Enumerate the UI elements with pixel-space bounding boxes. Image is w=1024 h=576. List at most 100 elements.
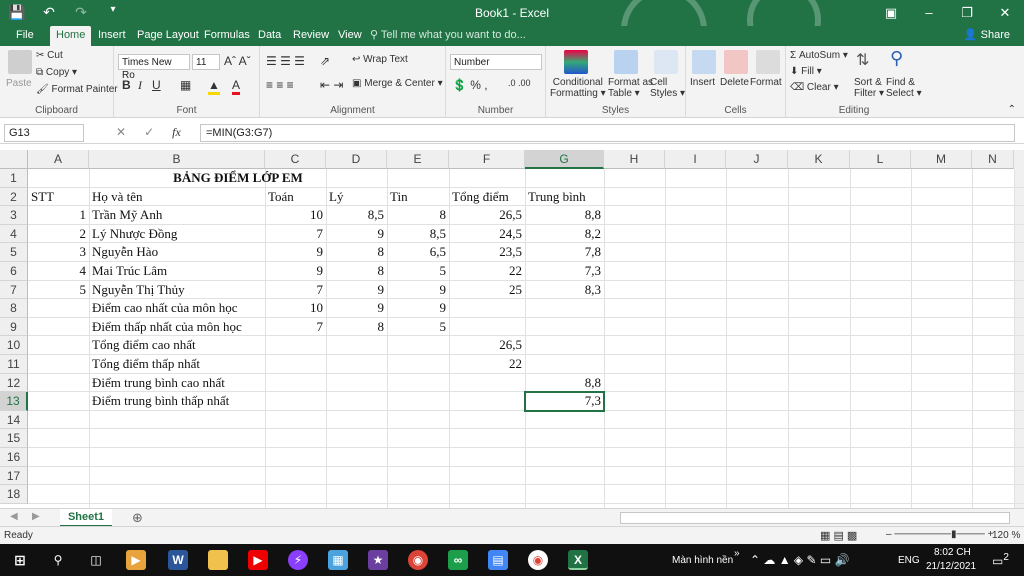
summary-label[interactable]: Tổng điểm thấp nhất bbox=[89, 355, 265, 374]
tray-icons[interactable]: ⌃ ☁ ▲ ◈ ✎ ▭ 🔊 bbox=[750, 553, 850, 567]
merge-center-button[interactable]: ▣ Merge & Center ▾ bbox=[352, 78, 443, 89]
column-header-f[interactable]: F bbox=[449, 150, 525, 169]
row-header-12[interactable]: 12 bbox=[0, 373, 28, 393]
row-header-6[interactable]: 6 bbox=[0, 262, 28, 281]
sheet-tab-sheet1[interactable]: Sheet1 bbox=[60, 509, 112, 527]
column-header-k[interactable]: K bbox=[788, 150, 850, 169]
table-cell[interactable]: 1 bbox=[28, 206, 89, 225]
row-header-11[interactable]: 11 bbox=[0, 355, 28, 374]
conditional-formatting-icon[interactable] bbox=[564, 50, 588, 74]
language-indicator[interactable]: ENG bbox=[898, 555, 920, 566]
find-select-icon[interactable]: ⚲ bbox=[890, 48, 903, 69]
column-label[interactable]: Trung bình bbox=[525, 188, 604, 207]
table-cell[interactable]: 9 bbox=[326, 281, 387, 300]
restore-icon[interactable]: ❐ bbox=[948, 0, 986, 26]
row-header-7[interactable]: 7 bbox=[0, 280, 28, 300]
table-cell[interactable]: Nguyễn Thị Thủy bbox=[89, 281, 265, 300]
conditional-formatting-button[interactable]: Conditional Formatting ▾ bbox=[550, 77, 606, 99]
column-header-l[interactable]: L bbox=[850, 150, 911, 169]
windows-start-icon[interactable]: ⊞ bbox=[10, 550, 30, 570]
table-cell[interactable]: Mai Trúc Lâm bbox=[89, 262, 265, 281]
geogebra-icon[interactable]: ∞ bbox=[448, 550, 468, 570]
table-cell[interactable]: 8,2 bbox=[525, 225, 604, 244]
column-header-a[interactable]: A bbox=[28, 150, 89, 169]
underline-button[interactable]: U bbox=[152, 78, 161, 92]
row-header-9[interactable]: 9 bbox=[0, 317, 28, 337]
column-header-j[interactable]: J bbox=[726, 150, 788, 169]
summary-label[interactable]: Điểm thấp nhất của môn học bbox=[89, 318, 265, 337]
column-header-h[interactable]: H bbox=[604, 150, 665, 169]
font-size-select[interactable]: 11 bbox=[192, 54, 220, 70]
table-cell[interactable]: 8,8 bbox=[525, 206, 604, 225]
summary-value[interactable]: 5 bbox=[387, 318, 449, 337]
format-cells-button[interactable]: Format bbox=[750, 77, 782, 88]
row-header-8[interactable]: 8 bbox=[0, 299, 28, 318]
tab-insert[interactable]: Insert bbox=[92, 26, 132, 46]
collapse-ribbon-icon[interactable]: ⌃ bbox=[1008, 104, 1016, 115]
table-cell[interactable]: 7,8 bbox=[525, 243, 604, 262]
google-docs-icon[interactable]: ▤ bbox=[488, 550, 508, 570]
format-cells-icon[interactable] bbox=[756, 50, 780, 74]
copy-button[interactable]: ⧉ Copy ▾ bbox=[36, 67, 77, 78]
clock-date[interactable]: 21/12/2021 bbox=[926, 561, 976, 572]
tab-page-layout[interactable]: Page Layout bbox=[131, 26, 205, 46]
summary-label[interactable]: Điểm trung bình thấp nhất bbox=[89, 392, 265, 411]
column-label[interactable]: Toán bbox=[265, 188, 326, 207]
summary-label[interactable]: Điểm cao nhất của môn học bbox=[89, 299, 265, 318]
table-cell[interactable]: 8 bbox=[326, 243, 387, 262]
font-name-select[interactable]: Times New Ro bbox=[118, 54, 190, 81]
column-header-d[interactable]: D bbox=[326, 150, 387, 169]
align-left-icon[interactable]: ≡ ≡ ≡ bbox=[266, 78, 294, 92]
indent-icon[interactable]: ⇤ ⇥ bbox=[320, 78, 343, 92]
column-header-b[interactable]: B bbox=[89, 150, 265, 169]
search-icon[interactable]: ⚲ bbox=[48, 550, 68, 570]
summary-value[interactable]: 26,5 bbox=[449, 336, 525, 355]
summary-value[interactable]: 10 bbox=[265, 299, 326, 318]
zoom-level[interactable]: 120 % bbox=[992, 530, 1020, 541]
table-cell[interactable]: 9 bbox=[265, 262, 326, 281]
messenger-icon[interactable]: ⚡ bbox=[288, 550, 308, 570]
accounting-format-icon[interactable]: 💲 % , bbox=[452, 78, 488, 92]
table-cell[interactable]: 9 bbox=[387, 281, 449, 300]
italic-button[interactable]: I bbox=[138, 78, 142, 93]
table-cell[interactable]: Trần Mỹ Anh bbox=[89, 206, 265, 225]
orientation-icon[interactable]: ⇗ bbox=[320, 54, 330, 68]
tab-formulas[interactable]: Formulas bbox=[198, 26, 256, 46]
top-align-icon[interactable]: ☰ ☰ ☰ bbox=[266, 54, 305, 68]
tell-me-search[interactable]: ⚲ Tell me what you want to do... bbox=[370, 28, 526, 41]
table-cell[interactable]: 7,3 bbox=[525, 262, 604, 281]
cut-button[interactable]: ✂ Cut bbox=[36, 50, 63, 61]
row-header-5[interactable]: 5 bbox=[0, 243, 28, 262]
table-cell[interactable]: 25 bbox=[449, 281, 525, 300]
row-header-4[interactable]: 4 bbox=[0, 224, 28, 244]
format-as-table-button[interactable]: Format as Table ▾ bbox=[608, 77, 653, 99]
table-cell[interactable]: 7 bbox=[265, 281, 326, 300]
cell-styles-button[interactable]: Cell Styles ▾ bbox=[650, 77, 685, 99]
summary-value[interactable]: 8 bbox=[326, 318, 387, 337]
table-cell[interactable]: Lý Nhược Đồng bbox=[89, 225, 265, 244]
excel-icon[interactable]: X bbox=[568, 550, 588, 570]
row-header-15[interactable]: 15 bbox=[0, 429, 28, 448]
clear-button[interactable]: ⌫ Clear ▾ bbox=[790, 82, 839, 93]
name-box[interactable]: G13 bbox=[4, 124, 84, 142]
fill-button[interactable]: ⬇ Fill ▾ bbox=[790, 66, 822, 77]
row-header-1[interactable]: 1 bbox=[0, 169, 28, 188]
table-cell[interactable]: 9 bbox=[265, 243, 326, 262]
app-grid-icon[interactable]: ▦ bbox=[328, 550, 348, 570]
scroll-sheets-left-icon[interactable]: ◀ bbox=[10, 511, 18, 522]
delete-cells-icon[interactable] bbox=[724, 50, 748, 74]
summary-value[interactable]: 7 bbox=[265, 318, 326, 337]
select-all-corner[interactable] bbox=[0, 150, 28, 169]
increase-font-icon[interactable]: Aˆ Aˇ bbox=[224, 54, 251, 68]
active-cell-selection[interactable] bbox=[524, 391, 605, 412]
game-app-icon[interactable]: ★ bbox=[368, 550, 388, 570]
table-cell[interactable]: 8,5 bbox=[387, 225, 449, 244]
find-select-button[interactable]: Find & Select ▾ bbox=[886, 77, 922, 99]
column-header-n[interactable]: N bbox=[972, 150, 1014, 169]
font-color-icon[interactable]: A bbox=[232, 78, 241, 95]
table-cell[interactable]: 9 bbox=[326, 225, 387, 244]
sort-filter-icon[interactable]: ⇅ bbox=[856, 50, 869, 70]
table-cell[interactable]: 3 bbox=[28, 243, 89, 262]
row-header-13[interactable]: 13 bbox=[0, 392, 28, 411]
chrome-icon[interactable]: ◉ bbox=[408, 550, 428, 570]
